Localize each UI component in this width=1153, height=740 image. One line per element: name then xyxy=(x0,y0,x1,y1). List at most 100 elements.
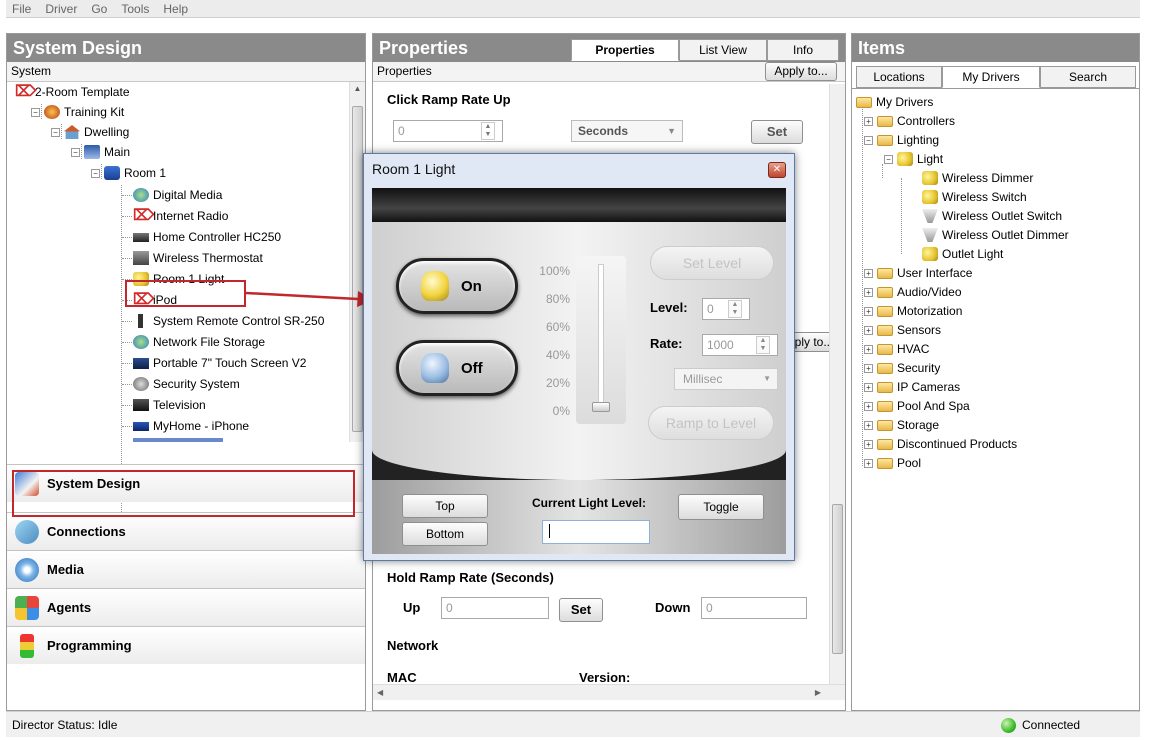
items-tree-my-drivers[interactable]: My Drivers xyxy=(856,92,933,112)
collapse-icon[interactable]: − xyxy=(884,154,893,164)
tree-item-training-kit[interactable]: − Training Kit xyxy=(31,102,124,122)
close-icon[interactable]: ✕ xyxy=(768,162,786,178)
hold-down-input[interactable]: 0 xyxy=(701,597,807,619)
expand-icon[interactable]: + xyxy=(864,382,873,392)
level-input[interactable]: 0 xyxy=(702,298,750,320)
expand-icon[interactable]: + xyxy=(864,458,873,468)
scroll-right-icon[interactable]: ▶ xyxy=(815,685,821,701)
top-button[interactable]: Top xyxy=(402,494,488,518)
collapse-icon[interactable]: − xyxy=(864,135,873,145)
tree-item-home-controller[interactable]: Home Controller HC250 xyxy=(133,227,281,247)
nav-programming[interactable]: Programming xyxy=(7,626,365,664)
tree-item-dwelling[interactable]: − Dwelling xyxy=(51,122,129,142)
click-ramp-unit-select[interactable]: Seconds ▼ xyxy=(571,120,683,142)
scroll-thumb[interactable] xyxy=(352,106,363,432)
television-icon xyxy=(133,399,149,411)
collapse-icon[interactable]: − xyxy=(31,107,40,117)
expand-icon[interactable]: + xyxy=(864,401,873,411)
current-light-level-input[interactable] xyxy=(542,520,650,544)
expand-icon[interactable]: + xyxy=(864,325,873,335)
tab-properties[interactable]: Properties xyxy=(571,39,679,61)
spinner-icon[interactable]: ▲ ▼ xyxy=(728,300,742,318)
spinner-icon[interactable]: ▲ ▼ xyxy=(756,336,770,354)
nav-connections[interactable]: Connections xyxy=(7,512,365,550)
menu-tools[interactable]: Tools xyxy=(121,2,149,16)
items-tree-pool[interactable]: + Pool xyxy=(864,453,921,473)
tree-item-wireless-thermostat[interactable]: Wireless Thermostat xyxy=(133,248,263,268)
items-tree-ip-cameras[interactable]: + IP Cameras xyxy=(864,377,960,397)
tree-item-network-file-storage[interactable]: Network File Storage xyxy=(133,332,265,352)
slider-thumb[interactable] xyxy=(592,402,610,412)
toggle-button[interactable]: Toggle xyxy=(678,494,764,520)
items-tree-light[interactable]: − Light xyxy=(884,149,943,169)
menu-help[interactable]: Help xyxy=(163,2,188,16)
items-tree-user-interface[interactable]: + User Interface xyxy=(864,263,972,283)
tab-info[interactable]: Info xyxy=(767,39,839,61)
items-tree-wireless-outlet-dimmer[interactable]: Wireless Outlet Dimmer xyxy=(922,225,1069,245)
tree-item-television[interactable]: Television xyxy=(133,395,206,415)
expand-icon[interactable]: + xyxy=(864,116,873,126)
items-tree-hvac[interactable]: + HVAC xyxy=(864,339,929,359)
apply-to-button[interactable]: Apply to... xyxy=(765,62,837,81)
tree-item-security-system[interactable]: Security System xyxy=(133,374,240,394)
collapse-icon[interactable]: − xyxy=(51,127,60,137)
bottom-button[interactable]: Bottom xyxy=(402,522,488,546)
tree-item-myhome-iphone[interactable]: MyHome - iPhone xyxy=(133,416,249,436)
tree-item-2-room-template[interactable]: ⌦ 2-Room Template xyxy=(15,82,130,102)
level-slider[interactable] xyxy=(576,256,626,424)
expand-icon[interactable]: + xyxy=(864,439,873,449)
tree-item-digital-media[interactable]: Digital Media xyxy=(133,185,222,205)
expand-icon[interactable]: + xyxy=(864,287,873,297)
properties-hscrollbar[interactable]: ◀ ▶ xyxy=(373,684,845,700)
click-ramp-set-button[interactable]: Set xyxy=(751,120,803,144)
rate-unit-select[interactable]: Millisec ▼ xyxy=(674,368,778,390)
tab-search[interactable]: Search xyxy=(1040,66,1136,88)
tab-list-view[interactable]: List View xyxy=(679,39,767,61)
spinner-icon[interactable]: ▲ ▼ xyxy=(481,122,495,140)
items-tree-lighting[interactable]: − Lighting xyxy=(864,130,939,150)
items-tree-sensors[interactable]: + Sensors xyxy=(864,320,941,340)
expand-icon[interactable]: + xyxy=(864,268,873,278)
items-tree-storage[interactable]: + Storage xyxy=(864,415,939,435)
nav-agents[interactable]: Agents xyxy=(7,588,365,626)
off-button[interactable]: Off xyxy=(396,340,518,396)
items-tree-controllers[interactable]: + Controllers xyxy=(864,111,955,131)
tree-item-touch-screen[interactable]: Portable 7" Touch Screen V2 xyxy=(133,353,306,373)
collapse-icon[interactable]: − xyxy=(91,168,100,178)
scroll-thumb[interactable] xyxy=(832,504,843,654)
expand-icon[interactable]: + xyxy=(864,420,873,430)
menu-file[interactable]: File xyxy=(12,2,31,16)
tree-item-room-1[interactable]: − Room 1 xyxy=(91,163,166,183)
menu-go[interactable]: Go xyxy=(91,2,107,16)
tab-locations[interactable]: Locations xyxy=(856,66,942,88)
scroll-left-icon[interactable]: ◀ xyxy=(377,688,383,697)
items-tree-motorization[interactable]: + Motorization xyxy=(864,301,962,321)
ramp-to-level-button[interactable]: Ramp to Level xyxy=(648,406,774,440)
on-button[interactable]: On xyxy=(396,258,518,314)
control4-logo-icon: ⌦ xyxy=(15,83,37,100)
items-tree-audio-video[interactable]: + Audio/Video xyxy=(864,282,962,302)
scroll-up-icon[interactable]: ▲ xyxy=(350,82,365,96)
expand-icon[interactable]: + xyxy=(864,306,873,316)
current-light-level-label: Current Light Level: xyxy=(532,496,647,510)
items-tree-pool-and-spa[interactable]: + Pool And Spa xyxy=(864,396,970,416)
items-tree-discontinued[interactable]: + Discontinued Products xyxy=(864,434,1017,454)
items-tree-wireless-switch[interactable]: Wireless Switch xyxy=(922,187,1027,207)
nav-media[interactable]: Media xyxy=(7,550,365,588)
set-level-button[interactable]: Set Level xyxy=(650,246,774,280)
items-tree-outlet-light[interactable]: Outlet Light xyxy=(922,244,1003,264)
menu-driver[interactable]: Driver xyxy=(45,2,77,16)
collapse-icon[interactable]: − xyxy=(71,147,80,157)
items-tree-security[interactable]: + Security xyxy=(864,358,940,378)
tree-item-main[interactable]: − Main xyxy=(71,142,130,162)
hold-set-button[interactable]: Set xyxy=(559,598,603,622)
hold-up-input[interactable]: 0 xyxy=(441,597,549,619)
items-tree-wireless-dimmer[interactable]: Wireless Dimmer xyxy=(922,168,1033,188)
folder-icon xyxy=(877,419,893,431)
tab-my-drivers[interactable]: My Drivers xyxy=(942,66,1040,88)
expand-icon[interactable]: + xyxy=(864,344,873,354)
tree-item-internet-radio[interactable]: ⌦ Internet Radio xyxy=(133,206,228,226)
items-tree-wireless-outlet-switch[interactable]: Wireless Outlet Switch xyxy=(922,206,1062,226)
expand-icon[interactable]: + xyxy=(864,363,873,373)
properties-scrollbar[interactable] xyxy=(829,84,845,684)
